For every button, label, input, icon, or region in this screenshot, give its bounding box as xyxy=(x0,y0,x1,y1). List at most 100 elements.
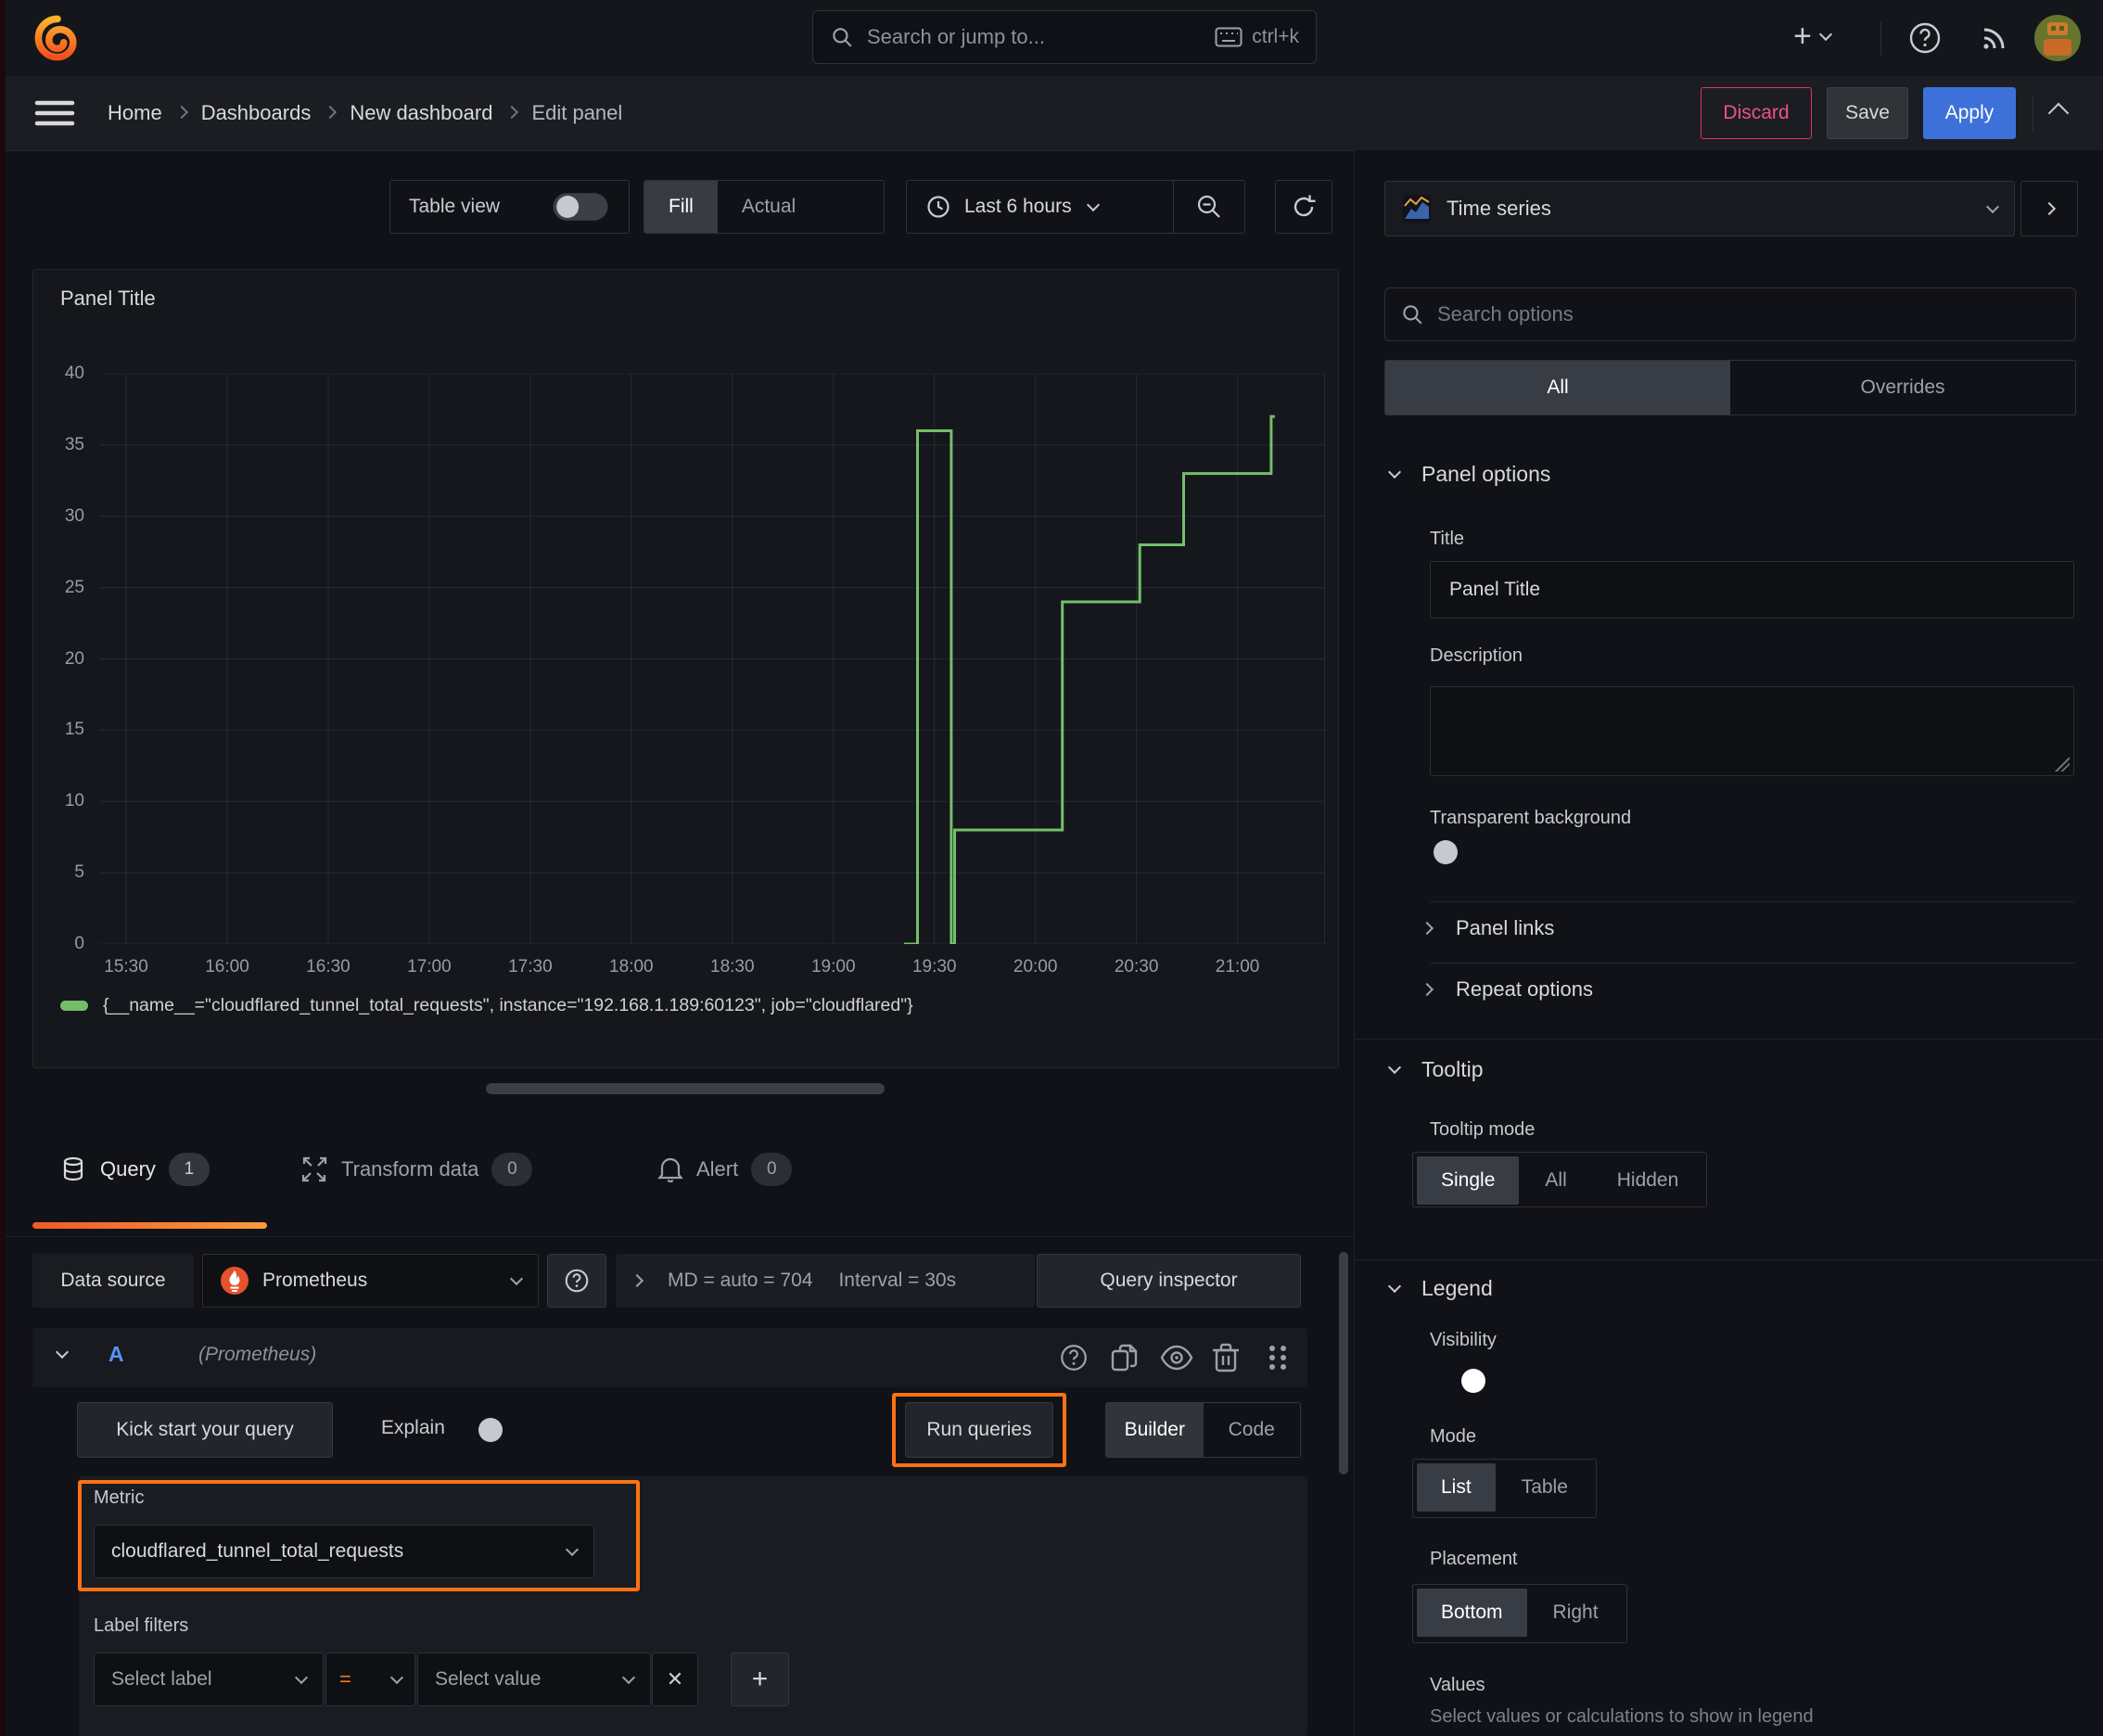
operator-dropdown[interactable]: = xyxy=(325,1653,415,1706)
tooltip-heading: Tooltip xyxy=(1421,1057,1484,1081)
description-textarea[interactable] xyxy=(1430,686,2074,776)
explain-label: Explain xyxy=(381,1417,445,1438)
transform-icon xyxy=(300,1155,328,1183)
news-feed-icon[interactable] xyxy=(1977,20,2012,56)
visualization-picker[interactable]: Time series xyxy=(1384,181,2015,236)
query-options-row[interactable]: MD = auto = 704 Interval = 30s xyxy=(616,1254,1035,1308)
fill-option[interactable]: Fill xyxy=(644,181,718,233)
metric-value: cloudflared_tunnel_total_requests xyxy=(111,1540,404,1562)
save-button[interactable]: Save xyxy=(1827,87,1908,139)
search-icon xyxy=(830,25,854,49)
breadcrumb-edit-panel: Edit panel xyxy=(531,101,623,124)
user-avatar[interactable] xyxy=(2034,15,2081,61)
select-value-placeholder: Select value xyxy=(435,1668,542,1690)
tab-transform-data[interactable]: Transform data 0 xyxy=(300,1153,533,1186)
options-search[interactable]: Search options xyxy=(1384,287,2076,341)
legend-mode-table[interactable]: Table xyxy=(1498,1463,1592,1512)
data-source-picker[interactable]: Prometheus xyxy=(202,1254,539,1308)
breadcrumb-bar: Home Dashboards New dashboard Edit panel… xyxy=(0,76,2103,151)
metric-select[interactable]: cloudflared_tunnel_total_requests xyxy=(94,1525,594,1578)
select-value-dropdown[interactable]: Select value xyxy=(417,1653,651,1706)
tab-overrides[interactable]: Overrides xyxy=(1730,361,2075,415)
interval: Interval = 30s xyxy=(838,1270,957,1291)
tooltip-mode-switcher: Single All Hidden xyxy=(1412,1152,1708,1207)
chevron-down-icon xyxy=(389,1670,404,1684)
section-divider xyxy=(1355,1039,2103,1040)
delete-query-icon[interactable] xyxy=(1211,1342,1241,1373)
builder-option[interactable]: Builder xyxy=(1106,1403,1204,1457)
apply-button[interactable]: Apply xyxy=(1923,87,2016,139)
hide-query-icon[interactable] xyxy=(1160,1344,1193,1372)
tooltip-single[interactable]: Single xyxy=(1417,1156,1520,1205)
code-option[interactable]: Code xyxy=(1204,1403,1301,1457)
breadcrumb-separator-icon xyxy=(324,105,338,121)
panel-title-input[interactable] xyxy=(1430,561,2074,619)
collapse-options-button[interactable] xyxy=(2047,102,2070,125)
repeat-options-header[interactable]: Repeat options xyxy=(1420,977,1593,1002)
placement-right[interactable]: Right xyxy=(1529,1589,1623,1637)
collapse-query-icon[interactable] xyxy=(55,1345,70,1359)
time-series-chart: 0 5 10 15 20 25 30 35 40 15:30 16:00 16:30 17:00 17:… xyxy=(65,364,1325,976)
tab-query-label: Query xyxy=(100,1157,156,1181)
active-tab-indicator xyxy=(32,1222,267,1229)
time-range-picker[interactable]: Last 6 hours xyxy=(907,181,1173,233)
zoom-out-button[interactable] xyxy=(1174,181,1244,233)
options-tabs: All Overrides xyxy=(1384,360,2076,415)
clock-icon xyxy=(925,194,951,220)
actual-option[interactable]: Actual xyxy=(718,181,820,233)
keyboard-shortcut: ctrl+k xyxy=(1215,26,1299,48)
tooltip-header[interactable]: Tooltip xyxy=(1387,1057,1484,1082)
resize-grip-icon[interactable] xyxy=(2055,757,2070,772)
placement-bottom[interactable]: Bottom xyxy=(1417,1589,1527,1637)
query-scrollbar[interactable] xyxy=(1339,1252,1348,1474)
query-row-header[interactable]: A (Prometheus) xyxy=(32,1328,1307,1387)
select-label-dropdown[interactable]: Select label xyxy=(94,1653,324,1706)
global-search-input[interactable]: Search or jump to... ctrl+k xyxy=(812,10,1317,64)
breadcrumb-separator-icon xyxy=(174,105,188,121)
legend-header[interactable]: Legend xyxy=(1387,1276,1493,1301)
breadcrumb-dashboards[interactable]: Dashboards xyxy=(201,101,312,125)
tooltip-all[interactable]: All xyxy=(1521,1156,1590,1205)
kick-start-query-button[interactable]: Kick start your query xyxy=(77,1402,333,1458)
duplicate-query-icon[interactable] xyxy=(1109,1342,1141,1373)
panel-links-header[interactable]: Panel links xyxy=(1420,916,1554,940)
drag-handle-icon[interactable] xyxy=(1266,1343,1290,1372)
legend-item[interactable]: {__name__="cloudflared_tunnel_total_requ… xyxy=(60,995,913,1016)
query-inspector-button[interactable]: Query inspector xyxy=(1037,1254,1301,1308)
metric-label: Metric xyxy=(94,1487,145,1508)
data-source-help-button[interactable] xyxy=(547,1254,606,1308)
breadcrumb-new-dashboard[interactable]: New dashboard xyxy=(350,101,492,125)
remove-filter-button[interactable]: ✕ xyxy=(652,1653,698,1706)
panel-resize-handle[interactable] xyxy=(486,1083,885,1094)
discard-button[interactable]: Discard xyxy=(1701,87,1812,139)
tab-query[interactable]: Query 1 xyxy=(59,1153,210,1186)
query-builder-body: Metric cloudflared_tunnel_total_requests… xyxy=(78,1476,1307,1736)
tab-alert[interactable]: Alert 0 xyxy=(657,1153,793,1186)
chevron-down-icon xyxy=(1387,465,1402,479)
open-viz-list-button[interactable] xyxy=(2020,181,2078,236)
builder-code-switcher: Builder Code xyxy=(1105,1402,1301,1458)
tooltip-hidden[interactable]: Hidden xyxy=(1593,1156,1703,1205)
timeseries-viz-icon xyxy=(1402,194,1432,223)
table-view-toggle[interactable] xyxy=(553,193,608,221)
bell-icon xyxy=(657,1155,683,1183)
grafana-logo-icon[interactable] xyxy=(33,14,82,62)
query-help-icon[interactable] xyxy=(1058,1342,1090,1373)
x-axis-labels: 15:30 16:00 16:30 17:00 17:30 18:00 18:30 19:00… xyxy=(104,957,1260,976)
add-filter-button[interactable]: + xyxy=(731,1653,789,1706)
panel-title: Panel Title xyxy=(60,287,156,310)
help-button[interactable] xyxy=(1906,19,1944,57)
topbar-divider xyxy=(1880,22,1881,56)
panel-preview: Panel Title 0 5 10 15 20 25 30 35 40 15:30 16:00 1… xyxy=(32,269,1339,1068)
refresh-button[interactable] xyxy=(1275,180,1332,234)
section-divider xyxy=(1430,963,2074,964)
run-queries-button[interactable]: Run queries xyxy=(905,1402,1053,1458)
legend-mode-list[interactable]: List xyxy=(1417,1463,1496,1512)
panel-options-header[interactable]: Panel options xyxy=(1387,462,1550,487)
new-dashboard-button[interactable]: + xyxy=(1793,20,1832,52)
menu-toggle-button[interactable] xyxy=(33,96,76,130)
breadcrumb-home[interactable]: Home xyxy=(108,101,162,125)
tab-all[interactable]: All xyxy=(1385,361,1730,415)
chevron-down-icon xyxy=(1387,1060,1402,1075)
top-nav-bar: Search or jump to... ctrl+k + xyxy=(0,0,2103,77)
